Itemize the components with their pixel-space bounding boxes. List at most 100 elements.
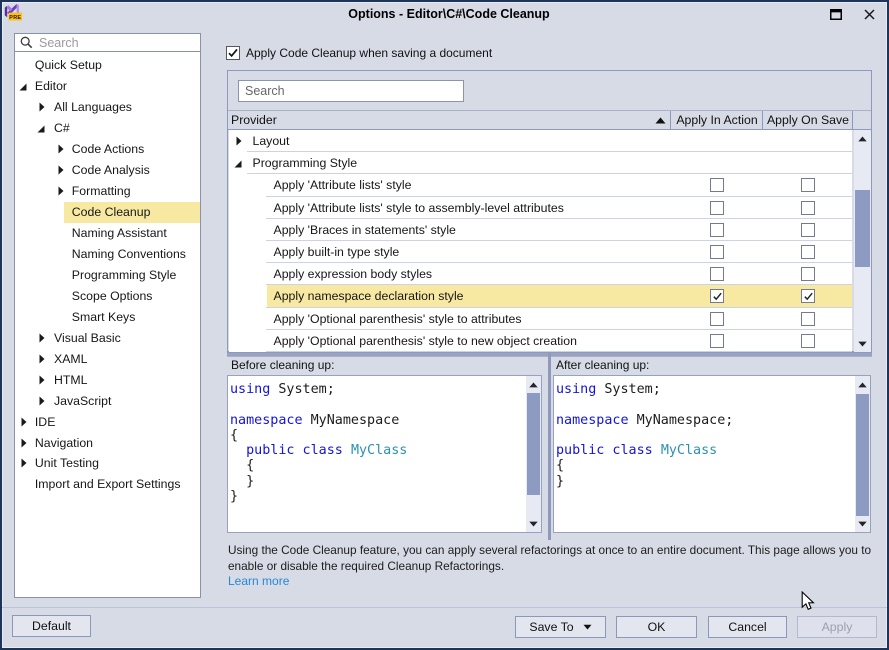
expander-collapsed-icon[interactable] [35,396,45,406]
row-expander[interactable] [232,136,242,146]
scroll-down-button[interactable] [854,335,871,352]
apply-in-action-checkbox[interactable] [710,178,724,192]
tree-item-navigation[interactable]: Navigation [15,432,200,453]
apply-in-action-checkbox[interactable] [710,223,724,237]
provider-row-apply-expression-body-styles[interactable]: Apply expression body styles [229,263,852,285]
apply-on-save-checkbox[interactable] [801,245,815,259]
expander-collapsed-icon[interactable] [35,102,45,112]
provider-row-apply-attribute-lists-style[interactable]: Apply 'Attribute lists' style [229,174,852,196]
scroll-thumb[interactable] [527,393,540,495]
apply-on-save-checkbox-row[interactable]: Apply Code Cleanup when saving a documen… [226,45,492,61]
apply-in-action-checkbox[interactable] [710,289,724,303]
tree-expander[interactable] [17,81,27,91]
tree-expander[interactable] [35,102,45,112]
apply-in-action-checkbox[interactable] [710,312,724,326]
tree-item-unit-testing[interactable]: Unit Testing [15,453,200,474]
tree-item-smart-keys[interactable]: Smart Keys [15,306,200,327]
expander-collapsed-icon[interactable] [17,438,27,448]
provider-row-apply-optional-parenthesis-style-to-new-[interactable]: Apply 'Optional parenthesis' style to ne… [229,330,852,352]
tree-item-ide[interactable]: IDE [15,411,200,432]
expander-collapsed-icon[interactable] [17,458,27,468]
apply-in-action-checkbox[interactable] [710,267,724,281]
expander-collapsed-icon[interactable] [54,186,64,196]
tree-item-html[interactable]: HTML [15,369,200,390]
tree-item-import-and-export-settings[interactable]: Import and Export Settings [15,474,200,495]
tree-item-all-languages[interactable]: All Languages [15,97,200,118]
tree-item-visual-basic[interactable]: Visual Basic [15,327,200,348]
expander-collapsed-icon[interactable] [232,136,242,146]
cancel-button[interactable]: Cancel [708,616,787,638]
scroll-down-button[interactable] [526,515,541,532]
tree-item-code-analysis[interactable]: Code Analysis [15,160,200,181]
apply-on-save-checkbox[interactable] [801,201,815,215]
provider-row-group-programming-style[interactable]: Programming Style [229,152,852,174]
provider-row-apply-namespace-declaration-style[interactable]: Apply namespace declaration style [229,285,852,307]
scroll-up-button[interactable] [526,376,541,393]
tree-expander[interactable] [17,417,27,427]
provider-row-group-layout[interactable]: Layout [229,130,852,152]
expander-collapsed-icon[interactable] [17,417,27,427]
tree-item-programming-style[interactable]: Programming Style [15,264,200,285]
scroll-thumb[interactable] [855,190,870,267]
provider-table-scrollbar[interactable] [854,130,871,352]
column-apply-in-action[interactable]: Apply In Action [671,113,763,127]
before-code-scrollbar[interactable] [526,376,541,532]
apply-on-save-checkbox[interactable] [801,312,815,326]
apply-button[interactable]: Apply [797,616,877,638]
apply-on-save-checkbox[interactable] [801,267,815,281]
scroll-thumb[interactable] [856,394,869,516]
tree-expander[interactable] [54,144,64,154]
tree-expander[interactable] [54,165,64,175]
tree-item-editor[interactable]: Editor [15,76,200,97]
tree-expander[interactable] [35,333,45,343]
tree-item-quick-setup[interactable]: Quick Setup [15,55,200,76]
save-to-button[interactable]: Save To [515,616,606,638]
tree-item-code-actions[interactable]: Code Actions [15,139,200,160]
row-expander[interactable] [232,158,242,168]
apply-in-action-checkbox[interactable] [710,334,724,348]
apply-on-save-checkbox[interactable] [226,46,240,60]
apply-on-save-checkbox[interactable] [801,289,815,303]
provider-row-apply-built-in-type-style[interactable]: Apply built-in type style [229,241,852,263]
scroll-up-button[interactable] [855,376,870,393]
ok-button[interactable]: OK [616,616,697,638]
expander-expanded-icon[interactable] [17,81,27,91]
provider-row-apply-attribute-lists-style-to-assembly-[interactable]: Apply 'Attribute lists' style to assembl… [229,197,852,219]
provider-row-apply-braces-in-statements-style[interactable]: Apply 'Braces in statements' style [229,219,852,241]
apply-in-action-checkbox[interactable] [710,201,724,215]
default-button[interactable]: Default [12,615,91,637]
tree-item-c-[interactable]: C# [15,118,200,139]
after-code-scrollbar[interactable] [855,376,870,532]
tree-item-xaml[interactable]: XAML [15,348,200,369]
column-apply-on-save[interactable]: Apply On Save [763,113,853,127]
tree-expander[interactable] [35,375,45,385]
expander-expanded-icon[interactable] [232,158,242,168]
tree-expander[interactable] [17,438,27,448]
learn-more-link[interactable]: Learn more [228,574,289,588]
apply-in-action-checkbox[interactable] [710,245,724,259]
apply-on-save-checkbox[interactable] [801,223,815,237]
expander-expanded-icon[interactable] [35,123,45,133]
tree-expander[interactable] [35,123,45,133]
tree-expander[interactable] [54,186,64,196]
tree-expander[interactable] [35,354,45,364]
column-provider[interactable]: Provider [231,113,277,127]
tree-item-naming-assistant[interactable]: Naming Assistant [15,223,200,244]
expander-collapsed-icon[interactable] [35,354,45,364]
scroll-down-button[interactable] [855,515,870,532]
expander-collapsed-icon[interactable] [35,333,45,343]
apply-on-save-checkbox[interactable] [801,178,815,192]
tree-item-scope-options[interactable]: Scope Options [15,285,200,306]
tree-item-formatting[interactable]: Formatting [15,181,200,202]
scroll-up-button[interactable] [854,130,871,147]
tree-expander[interactable] [17,458,27,468]
tree-item-naming-conventions[interactable]: Naming Conventions [15,243,200,264]
apply-on-save-checkbox[interactable] [801,334,815,348]
expander-collapsed-icon[interactable] [54,165,64,175]
expander-collapsed-icon[interactable] [35,375,45,385]
close-button[interactable] [856,5,882,23]
tree-expander[interactable] [35,396,45,406]
maximize-button[interactable] [823,5,849,23]
expander-collapsed-icon[interactable] [54,144,64,154]
provider-row-apply-optional-parenthesis-style-to-attr[interactable]: Apply 'Optional parenthesis' style to at… [229,308,852,330]
